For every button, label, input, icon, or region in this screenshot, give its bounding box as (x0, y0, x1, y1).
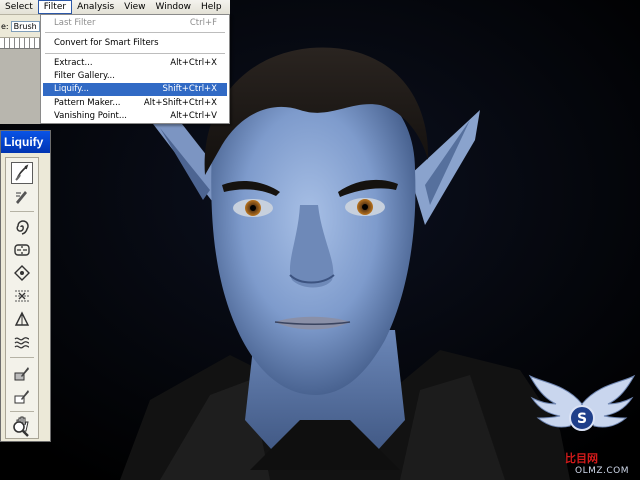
menu-analysis[interactable]: Analysis (72, 0, 119, 14)
liquify-toolbox (5, 157, 39, 439)
tool-separator (10, 211, 34, 212)
menu-separator (45, 53, 225, 54)
brush-preset-field[interactable]: Brush (10, 20, 40, 32)
menu-help[interactable]: Help (196, 0, 227, 14)
reconstruct-tool-icon[interactable] (11, 185, 33, 207)
bloat-tool-icon[interactable] (11, 262, 33, 284)
pucker-tool-icon[interactable] (11, 239, 33, 261)
menu-window[interactable]: Window (151, 0, 197, 14)
turbulence-tool-icon[interactable] (11, 331, 33, 353)
menu-item-liquify[interactable]: Liquify... Shift+Ctrl+X (43, 83, 227, 96)
menu-view[interactable]: View (119, 0, 150, 14)
zoom-tool-icon[interactable] (10, 419, 32, 439)
menu-item-last-filter: Last Filter Ctrl+F (54, 18, 217, 28)
twirl-clockwise-tool-icon[interactable] (11, 216, 33, 238)
menu-item-convert-smart-filters[interactable]: Convert for Smart Filters (43, 37, 227, 50)
thaw-mask-tool-icon[interactable] (11, 385, 33, 407)
tool-separator (10, 357, 34, 358)
forward-warp-tool-icon[interactable] (11, 162, 33, 184)
menu-separator (45, 32, 225, 33)
menu-bar: Select Filter Analysis View Window Help (0, 0, 230, 15)
svg-text:S: S (577, 411, 587, 427)
menu-item-filter-gallery[interactable]: Filter Gallery... (43, 70, 227, 83)
menu-item-extract[interactable]: Extract... Alt+Ctrl+X (43, 57, 227, 70)
menu-item-pattern-maker[interactable]: Pattern Maker... Alt+Shift+Ctrl+X (43, 97, 227, 110)
ruler (0, 38, 40, 49)
watermark-cn-text: 比目网 (565, 452, 598, 465)
liquify-panel: Liquify (0, 130, 51, 442)
tool-separator (10, 411, 34, 412)
document-window-edge (0, 49, 40, 124)
freeze-mask-tool-icon[interactable] (11, 362, 33, 384)
push-left-tool-icon[interactable] (11, 285, 33, 307)
menu-item-vanishing-point[interactable]: Vanishing Point... Alt+Ctrl+V (43, 110, 227, 123)
options-label: e: (1, 21, 9, 31)
liquify-title: Liquify (1, 131, 50, 153)
menu-select[interactable]: Select (0, 0, 38, 14)
menu-filter[interactable]: Filter (37, 0, 73, 14)
mirror-tool-icon[interactable] (11, 308, 33, 330)
watermark-site: OLMZ.COM (575, 466, 630, 476)
options-bar: e: Brush (0, 15, 40, 38)
filter-menu-dropdown: Last Filter Ctrl+F Convert for Smart Filt… (40, 14, 230, 124)
